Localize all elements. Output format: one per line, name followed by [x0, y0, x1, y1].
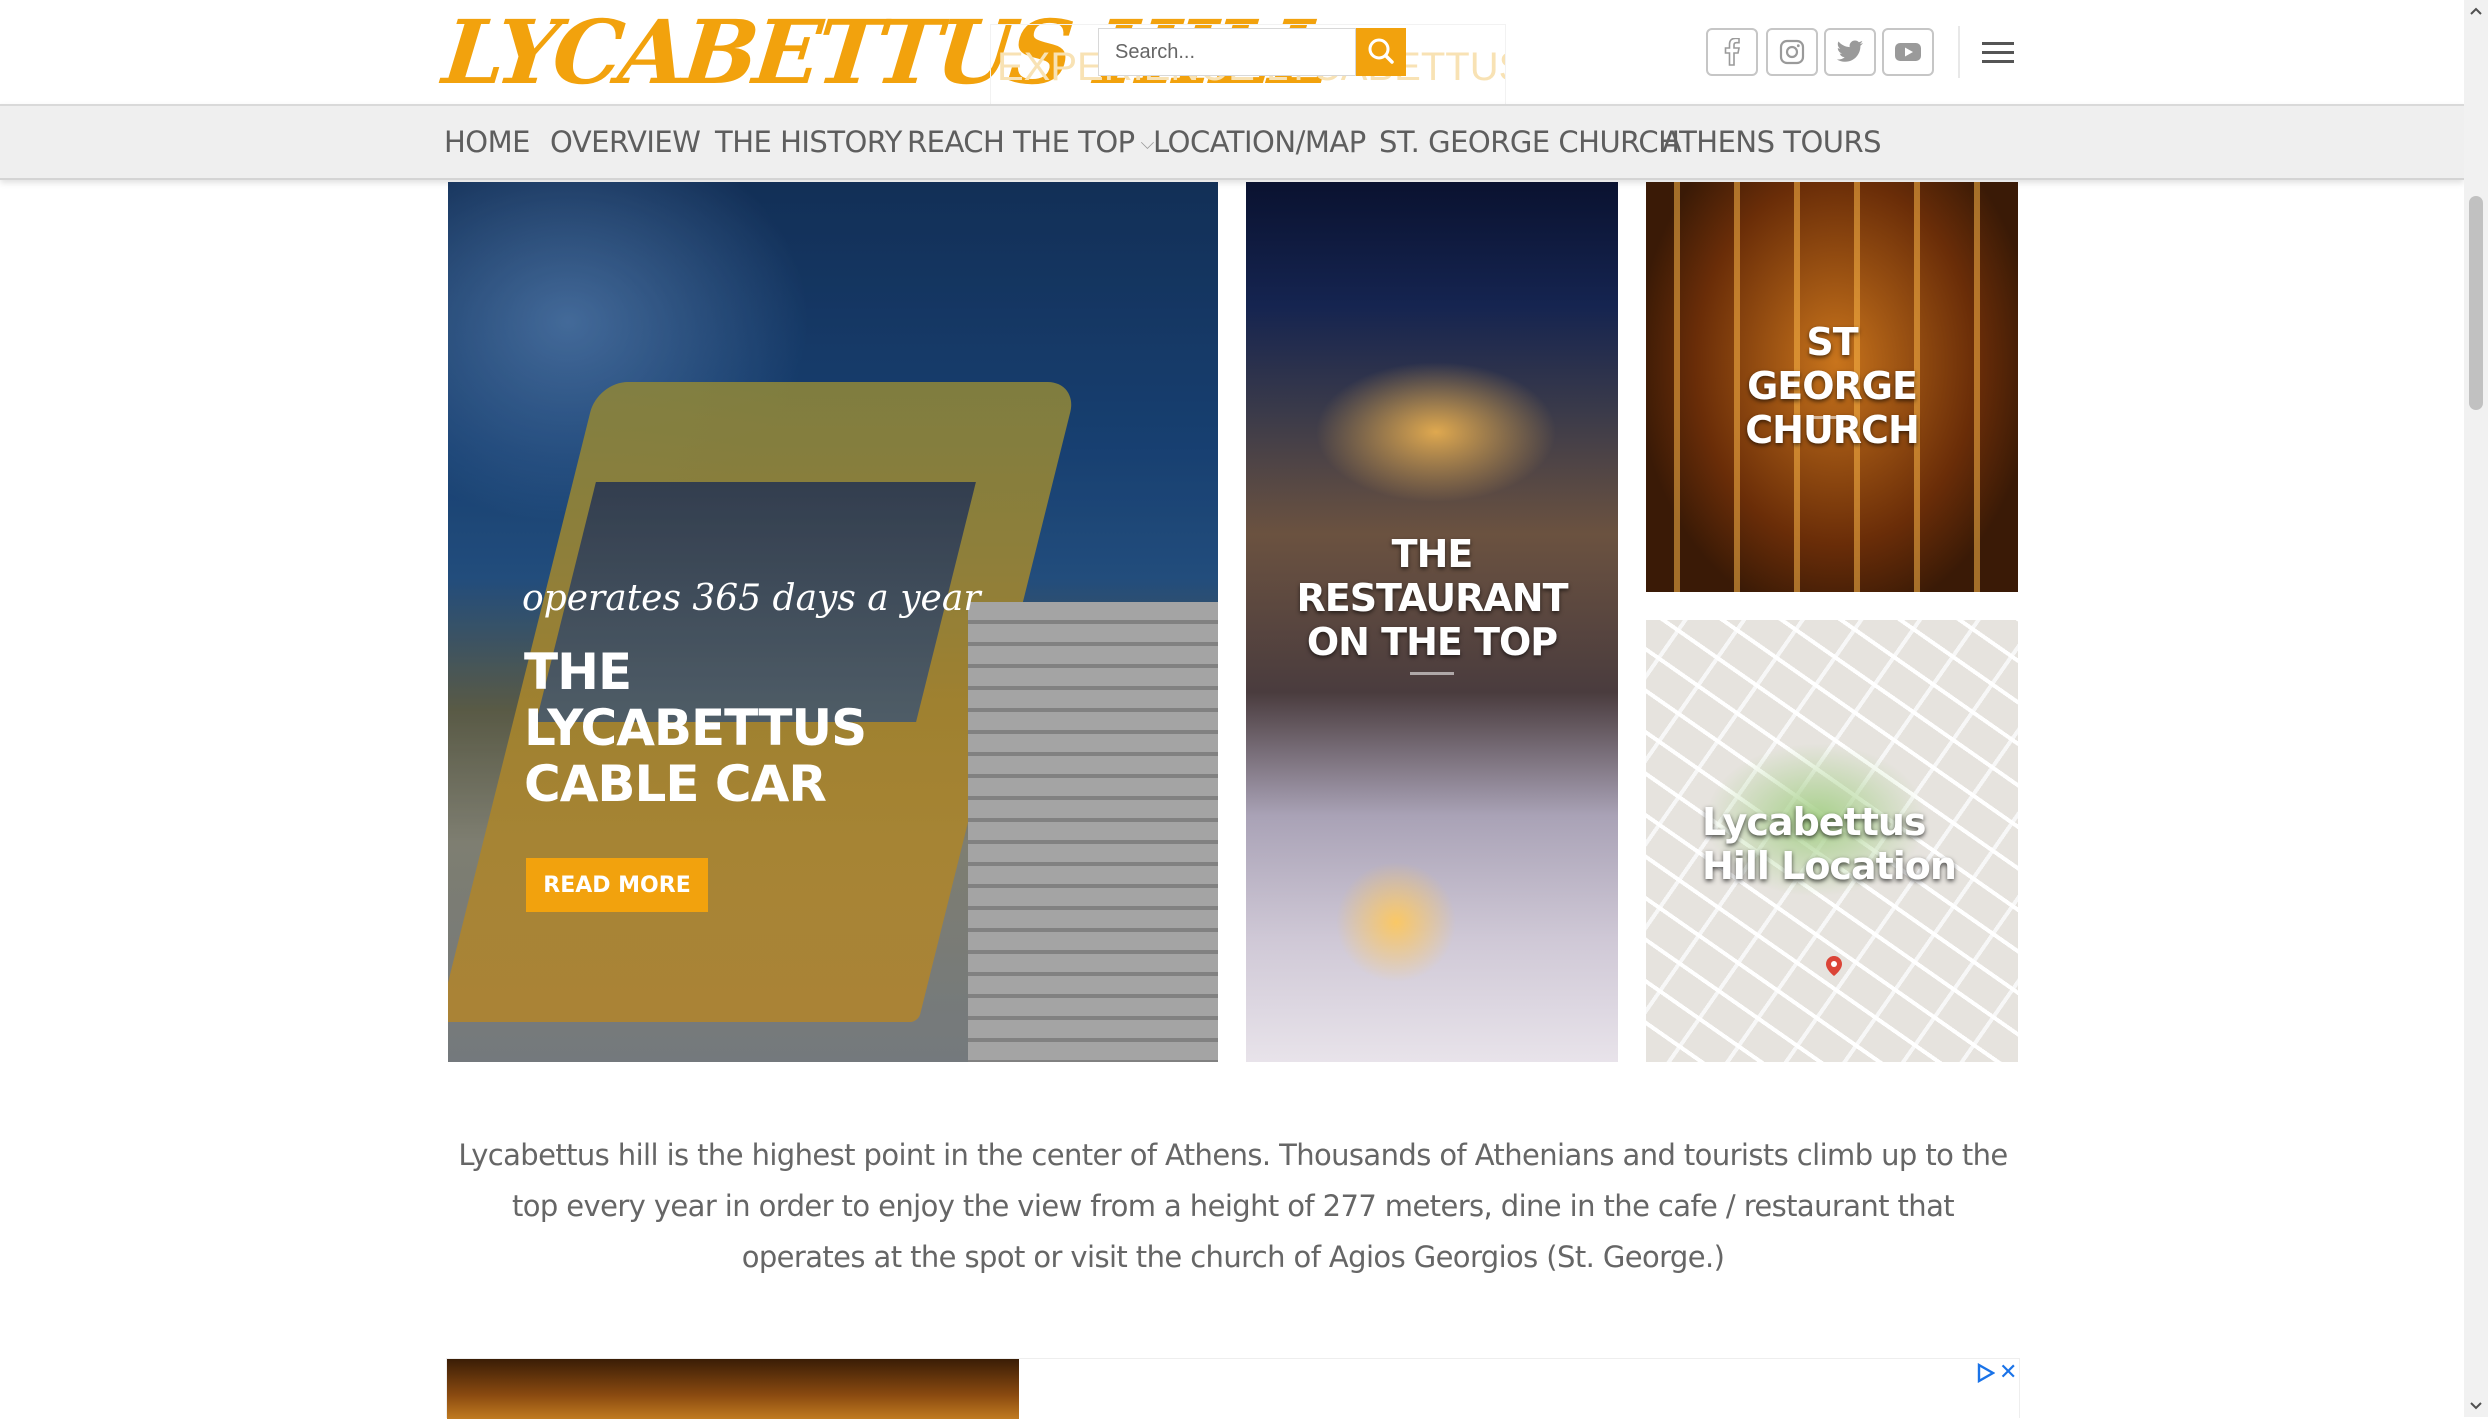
- restaurant-title: THE RESTAURANT ON THE TOP: [1296, 532, 1568, 664]
- church-tile[interactable]: ST GEORGE CHURCH: [1646, 182, 2018, 592]
- site-header: LYCABETTUS HILL EXPERIENCE LYCABETTUS HI…: [0, 0, 2464, 108]
- advertisement[interactable]: ✕: [446, 1358, 2020, 1419]
- cable-car-tile[interactable]: operates 365 days a year THE LYCABETTUS …: [448, 182, 1218, 1062]
- close-icon[interactable]: ✕: [1999, 1361, 2019, 1383]
- instagram-button[interactable]: [1766, 28, 1818, 76]
- read-more-button[interactable]: READ MORE: [526, 858, 708, 912]
- adchoices-icon[interactable]: [1975, 1363, 1995, 1383]
- church-title: ST GEORGE CHURCH: [1745, 320, 1920, 452]
- instagram-icon: [1779, 39, 1805, 65]
- nav-item-history[interactable]: THE HISTORY: [715, 106, 902, 178]
- chevron-down-icon: ⌵: [1140, 133, 1155, 154]
- tile-overlay: [448, 182, 1218, 1062]
- scroll-down-icon[interactable]: [2468, 1399, 2484, 1413]
- nav-item-location-map[interactable]: LOCATION/MAP: [1153, 106, 1366, 178]
- nav-item-st-george-church[interactable]: ST. GEORGE CHURCH: [1379, 106, 1680, 178]
- cable-car-title: THE LYCABETTUS CABLE CAR: [524, 643, 867, 813]
- map-marker-icon: [1826, 956, 1842, 976]
- scroll-up-icon[interactable]: [2468, 4, 2484, 18]
- cable-car-subtitle: operates 365 days a year: [522, 578, 981, 619]
- main-navigation: HOME OVERVIEW THE HISTORY REACH THE TOP ⌵…: [0, 104, 2464, 180]
- youtube-button[interactable]: [1882, 28, 1934, 76]
- search-input[interactable]: [1098, 28, 1356, 76]
- nav-item-overview[interactable]: OVERVIEW: [550, 106, 701, 178]
- youtube-icon: [1895, 43, 1921, 61]
- nav-item-reach-the-top[interactable]: REACH THE TOP ⌵: [907, 106, 1154, 178]
- twitter-icon: [1836, 40, 1863, 62]
- map-title: Lycabettus Hill Location: [1702, 800, 1957, 888]
- page-scrollbar[interactable]: [2464, 0, 2488, 1417]
- site-logo[interactable]: LYCABETTUS HILL: [439, 0, 1334, 104]
- scrollbar-thumb[interactable]: [2469, 196, 2483, 410]
- facebook-button[interactable]: [1706, 28, 1758, 76]
- nav-item-label: REACH THE TOP: [907, 125, 1135, 159]
- nav-item-home[interactable]: HOME: [444, 106, 530, 178]
- nav-item-athens-tours[interactable]: ATHENS TOURS: [1662, 106, 1882, 178]
- menu-icon[interactable]: [1982, 38, 2014, 68]
- facebook-icon: [1724, 38, 1740, 66]
- ad-image[interactable]: [447, 1359, 1019, 1419]
- map-tile[interactable]: Lycabettus Hill Location: [1646, 620, 2018, 1062]
- intro-paragraph: Lycabettus hill is the highest point in …: [458, 1138, 2008, 1274]
- title-underline: [1410, 672, 1454, 675]
- header-divider: [1958, 26, 1960, 78]
- search-icon: [1368, 38, 1394, 64]
- twitter-button[interactable]: [1824, 28, 1876, 76]
- title-underline: [1810, 416, 1854, 419]
- search-button[interactable]: [1356, 28, 1406, 76]
- restaurant-tile[interactable]: THE RESTAURANT ON THE TOP: [1246, 182, 1618, 1062]
